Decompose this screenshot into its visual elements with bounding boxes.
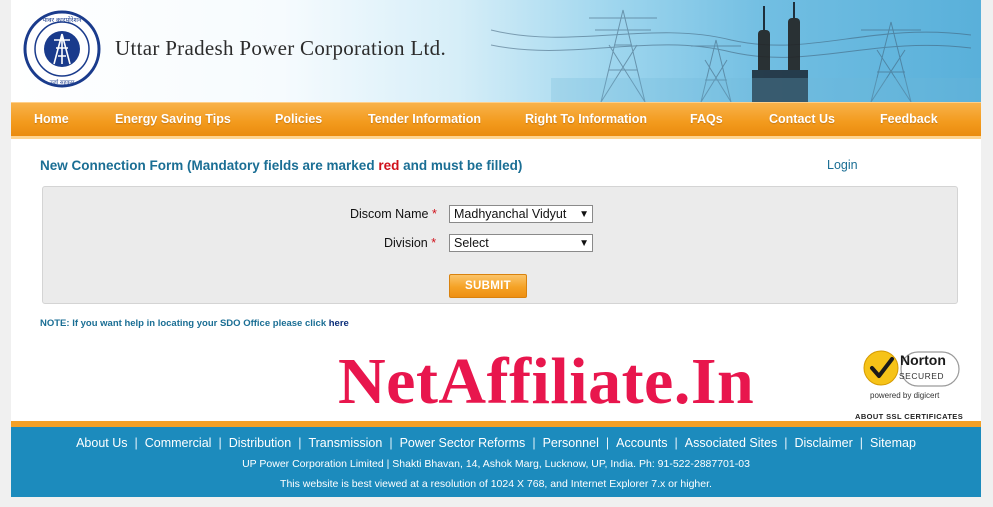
footer-link-personnel[interactable]: Personnel bbox=[543, 436, 599, 450]
sdo-help-note: NOTE: If you want help in locating your … bbox=[40, 318, 349, 329]
form-title-prefix: New Connection Form (Mandatory fields ar… bbox=[40, 158, 379, 173]
norton-powered-by: powered by digicert bbox=[870, 391, 940, 400]
discom-select-value: Madhyanchal Vidyut bbox=[454, 207, 567, 221]
site-footer: About Us | Commercial | Distribution | Transmi… bbox=[11, 427, 981, 497]
login-link[interactable]: Login bbox=[827, 158, 858, 172]
main-nav: Home Energy Saving Tips Policies Tender … bbox=[11, 102, 981, 137]
footer-link-accounts[interactable]: Accounts bbox=[616, 436, 667, 450]
norton-secured: SECURED bbox=[899, 371, 945, 381]
form-title: New Connection Form (Mandatory fields ar… bbox=[40, 158, 522, 173]
svg-text:पावर कारपोरेशन: पावर कारपोरेशन bbox=[42, 16, 82, 24]
nav-feedback[interactable]: Feedback bbox=[880, 112, 938, 126]
chevron-down-icon: ▼ bbox=[579, 209, 589, 220]
nav-contact-us[interactable]: Contact Us bbox=[769, 112, 835, 126]
footer-view-note: This website is best viewed at a resolut… bbox=[280, 478, 712, 490]
svg-text:उर्जा सहकार: उर्जा सहकार bbox=[50, 79, 76, 86]
footer-address: UP Power Corporation Limited | Shakti Bh… bbox=[242, 458, 750, 470]
form-title-suffix: and must be filled) bbox=[399, 158, 523, 173]
discom-select[interactable]: Madhyanchal Vidyut ▼ bbox=[449, 205, 593, 223]
discom-label: Discom Name * bbox=[350, 207, 437, 221]
division-select-value: Select bbox=[454, 236, 489, 250]
footer-link-associated-sites[interactable]: Associated Sites bbox=[685, 436, 777, 450]
nav-policies[interactable]: Policies bbox=[275, 112, 322, 126]
footer-link-disclaimer[interactable]: Disclaimer bbox=[794, 436, 852, 450]
footer-link-about-us[interactable]: About Us bbox=[76, 436, 127, 450]
division-select[interactable]: Select ▼ bbox=[449, 234, 593, 252]
site-header: पावर कारपोरेशन उर्जा सहकार Uttar Pradesh… bbox=[11, 0, 981, 102]
footer-link-power-sector-reforms[interactable]: Power Sector Reforms bbox=[400, 436, 526, 450]
nav-energy-saving-tips[interactable]: Energy Saving Tips bbox=[115, 112, 231, 126]
footer-link-transmission[interactable]: Transmission bbox=[308, 436, 382, 450]
division-label: Division * bbox=[384, 236, 436, 250]
sdo-help-link[interactable]: here bbox=[329, 318, 349, 329]
discom-label-text: Discom Name bbox=[350, 207, 429, 221]
page: पावर कारपोरेशन उर्जा सहकार Uttar Pradesh… bbox=[11, 0, 981, 497]
form-title-red: red bbox=[378, 158, 400, 173]
footer-link-distribution[interactable]: Distribution bbox=[229, 436, 292, 450]
discom-required-mark: * bbox=[431, 207, 437, 221]
nav-divider bbox=[11, 136, 981, 139]
nav-tender-information[interactable]: Tender Information bbox=[368, 112, 481, 126]
watermark: NetAffiliate.In bbox=[338, 345, 755, 418]
footer-links: About Us | Commercial | Distribution | Transmi… bbox=[76, 436, 916, 450]
footer-link-sitemap[interactable]: Sitemap bbox=[870, 436, 916, 450]
submit-button[interactable]: SUBMIT bbox=[449, 274, 527, 298]
division-required-mark: * bbox=[431, 236, 437, 250]
chevron-down-icon: ▼ bbox=[579, 238, 589, 249]
footer-link-commercial[interactable]: Commercial bbox=[145, 436, 212, 450]
company-name: Uttar Pradesh Power Corporation Ltd. bbox=[115, 36, 446, 60]
sdo-help-text: NOTE: If you want help in locating your … bbox=[40, 318, 329, 329]
nav-faqs[interactable]: FAQs bbox=[690, 112, 723, 126]
nav-right-to-information[interactable]: Right To Information bbox=[525, 112, 647, 126]
norton-name: Norton bbox=[900, 352, 946, 368]
about-ssl-link[interactable]: ABOUT SSL CERTIFICATES bbox=[855, 412, 963, 421]
division-label-text: Division bbox=[384, 236, 428, 250]
uppcl-logo: पावर कारपोरेशन उर्जा सहकार bbox=[23, 10, 101, 88]
nav-home[interactable]: Home bbox=[34, 112, 69, 126]
